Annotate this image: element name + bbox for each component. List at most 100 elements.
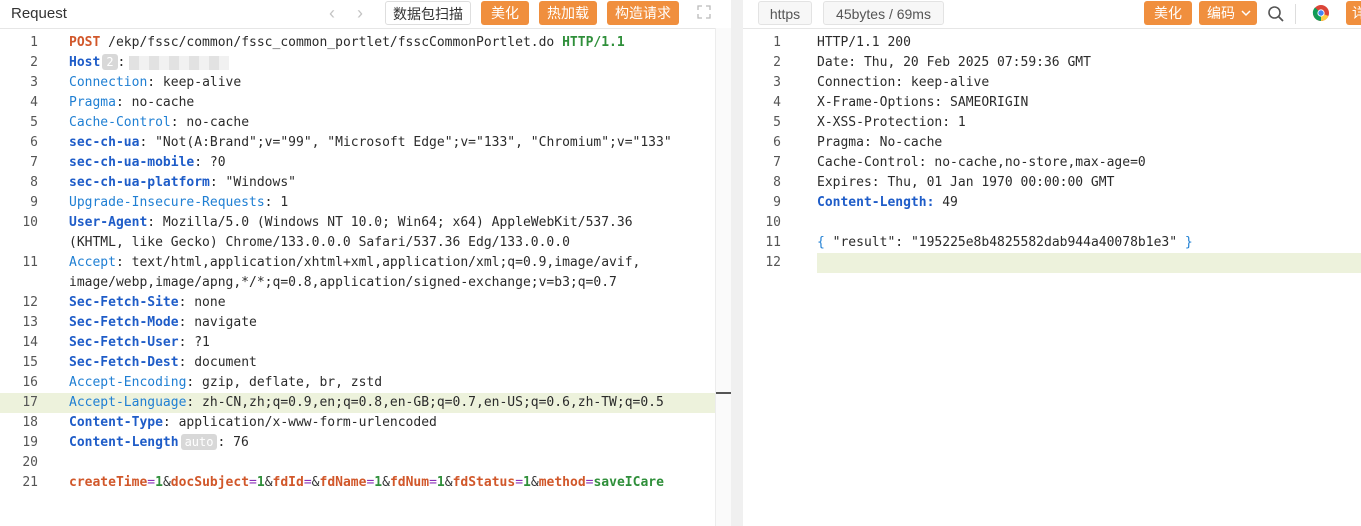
param-equals: =	[303, 475, 312, 490]
param-separator: &	[264, 475, 273, 490]
code-line: 10 User-Agent: Mozilla/5.0 (Windows NT 10…	[0, 213, 731, 233]
code-line: 4 X-Frame-Options: SAMEORIGIN	[743, 93, 1361, 113]
header-key: Sec-Fetch-Dest	[69, 355, 179, 370]
code-line: 10	[743, 213, 1361, 233]
response-text: 49	[934, 195, 958, 210]
response-beautify-button[interactable]: 美化	[1144, 1, 1192, 25]
param-separator: &	[382, 475, 390, 490]
line-number: 9	[773, 195, 781, 210]
response-text: Cache-Control: no-cache,no-store,max-age…	[817, 155, 1146, 170]
chevron-down-icon	[1241, 10, 1251, 17]
code-line: 19 Content-Length auto: 76	[0, 433, 731, 453]
line-number: 10	[765, 215, 781, 230]
header-value: : no-cache	[115, 95, 195, 110]
code-line: 8 Expires: Thu, 01 Jan 1970 00:00:00 GMT	[743, 173, 1361, 193]
header-value: : navigate	[178, 315, 257, 330]
protocol-tag: https	[758, 1, 812, 25]
header-value: : keep-alive	[147, 75, 242, 90]
scroll-marker	[716, 392, 731, 394]
param-key: fdStatus	[452, 475, 516, 490]
header-value: : "Not(A:Brand";v="99", "Microsoft Edge"…	[139, 135, 672, 150]
line-number: 11	[765, 235, 781, 250]
line-text: image/webp,image/apng,*/*;q=0.8,applicat…	[69, 273, 617, 293]
chevron-left-icon[interactable]: ‹	[329, 3, 335, 23]
pane-divider[interactable]	[731, 0, 743, 526]
code-line: 5 X-XSS-Protection: 1	[743, 113, 1361, 133]
chrome-icon[interactable]	[1312, 4, 1330, 22]
line-text: Accept-Encoding: gzip, deflate, br, zstd	[69, 373, 382, 393]
response-text: Expires: Thu, 01 Jan 1970 00:00:00 GMT	[817, 175, 1115, 190]
line-text: (KHTML, like Gecko) Chrome/133.0.0.0 Saf…	[69, 233, 570, 253]
code-line: 1 POST /ekp/fssc/common/fssc_common_portl…	[0, 33, 731, 53]
line-text: Sec-Fetch-User: ?1	[69, 333, 210, 353]
code-line: image/webp,image/apng,*/*;q=0.8,applicat…	[0, 273, 731, 293]
line-text: Connection: keep-alive	[817, 73, 989, 93]
param-separator: &	[444, 475, 453, 490]
header-value: : none	[178, 295, 226, 310]
line-number: 8	[773, 175, 781, 190]
json-brace-open: {	[817, 235, 833, 250]
line-number: 18	[22, 415, 38, 430]
header-value: : 1	[264, 195, 289, 210]
line-text: Pragma: no-cache	[69, 93, 194, 113]
line-number: 7	[773, 155, 781, 170]
param-value: 1	[436, 475, 445, 490]
search-icon[interactable]	[1267, 5, 1285, 23]
code-line: 3 Connection: keep-alive	[0, 73, 731, 93]
request-toolbar: Request ‹ › 数据包扫描 美化 热加载 构造请求	[0, 0, 731, 29]
line-number: 2	[30, 55, 38, 70]
line-text: HTTP/1.1 200	[817, 33, 911, 53]
header-value: : ?0	[194, 155, 226, 170]
code-line: 9 Content-Length: 49	[743, 193, 1361, 213]
header-value: : gzip, deflate, br, zstd	[186, 375, 383, 390]
line-number: 12	[765, 255, 781, 270]
header-key: Content-Length	[69, 435, 179, 450]
line-number: 19	[22, 435, 38, 450]
line-text: Pragma: No-cache	[817, 133, 942, 153]
response-text: X-Frame-Options: SAMEORIGIN	[817, 95, 1029, 110]
header-key: Pragma	[69, 95, 116, 110]
line-text: Content-Type: application/x-www-form-url…	[69, 413, 437, 433]
redacted-host	[129, 55, 230, 70]
line-number: 6	[30, 135, 38, 150]
packet-scan-button[interactable]: 数据包扫描	[385, 1, 471, 25]
request-editor[interactable]: 1 POST /ekp/fssc/common/fssc_common_portl…	[0, 33, 731, 493]
header-value: : Mozilla/5.0 (Windows NT 10.0; Win64; x…	[147, 215, 641, 230]
code-line: 13 Sec-Fetch-Mode: navigate	[0, 313, 731, 333]
line-text: POST /ekp/fssc/common/fssc_common_portle…	[69, 33, 625, 53]
param-key: createTime	[69, 475, 148, 490]
line-text: Date: Thu, 20 Feb 2025 07:59:36 GMT	[817, 53, 1091, 73]
code-line: 20	[0, 453, 731, 473]
expand-icon[interactable]	[697, 5, 711, 19]
details-button[interactable]: 详	[1346, 1, 1361, 25]
chevron-right-icon[interactable]: ›	[357, 3, 363, 23]
request-scrollbar[interactable]	[715, 28, 731, 526]
header-value: : "Windows"	[209, 175, 296, 190]
response-viewer[interactable]: 1 HTTP/1.1 200 2 Date: Thu, 20 Feb 2025 07:…	[743, 33, 1361, 273]
code-line: 12 Sec-Fetch-Site: none	[0, 293, 731, 313]
line-text: Accept: text/html,application/xhtml+xml,…	[69, 253, 640, 273]
hot-load-button[interactable]: 热加载	[539, 1, 597, 25]
header-value: : no-cache	[170, 115, 250, 130]
code-line: 17 Accept-Language: zh-CN,zh;q=0.9,en;q=0…	[0, 393, 731, 413]
header-key: Content-Length:	[817, 195, 935, 210]
line-text: Sec-Fetch-Site: none	[69, 293, 226, 313]
header-value: : 76	[217, 435, 249, 450]
param-value: 1	[374, 475, 383, 490]
header-key: Host	[69, 55, 101, 70]
param-value: 1	[155, 475, 163, 490]
encoding-button[interactable]: 编码	[1199, 1, 1257, 25]
code-line: 15 Sec-Fetch-Dest: document	[0, 353, 731, 373]
line-text: Content-Length: 49	[817, 193, 958, 213]
line-text: sec-ch-ua-mobile: ?0	[69, 153, 226, 173]
code-line: 7 sec-ch-ua-mobile: ?0	[0, 153, 731, 173]
code-line: 18 Content-Type: application/x-www-form-u…	[0, 413, 731, 433]
line-number: 7	[30, 155, 38, 170]
line-text: Host 2:	[69, 53, 230, 73]
beautify-button[interactable]: 美化	[481, 1, 529, 25]
construct-request-button[interactable]: 构造请求	[607, 1, 679, 25]
param-separator: &	[162, 475, 171, 490]
line-text: { "result": "195225e8b4825582dab944a4007…	[817, 233, 1193, 253]
line-number: 4	[773, 95, 781, 110]
line-number: 6	[773, 135, 781, 150]
